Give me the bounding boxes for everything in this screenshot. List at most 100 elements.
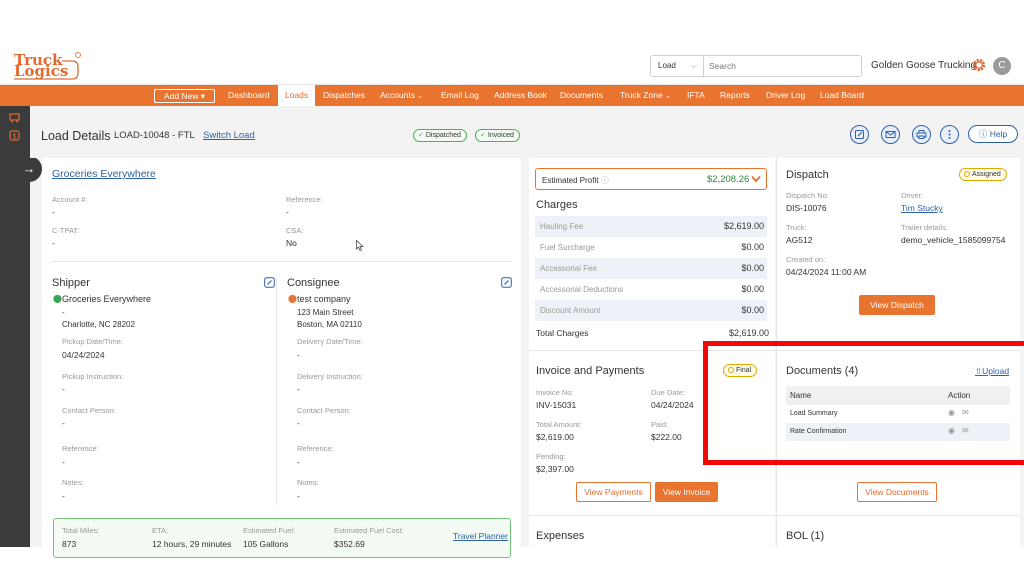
consignee-city: Boston, MA 02110 — [297, 320, 362, 329]
page-title: Load Details — [41, 129, 111, 143]
consignee-title: Consignee — [287, 277, 340, 289]
load-info-card — [42, 158, 521, 547]
edit-button[interactable] — [850, 125, 869, 144]
switch-load-link[interactable]: Switch Load — [203, 130, 255, 141]
shipper-city: Charlotte, NC 28202 — [62, 320, 135, 329]
consignee-street: 123 Main Street — [297, 308, 354, 317]
pending-label: Pending: — [536, 452, 566, 461]
trailer-label: Trailer details: — [901, 223, 948, 232]
estimated-profit-box[interactable]: Estimated Profit ⓘ $2,208.26 — [535, 168, 767, 190]
estimated-profit-value: $2,208.26 — [707, 174, 750, 185]
account-label: Account #: — [52, 195, 88, 204]
dispatch-no-label: Dispatch No: — [786, 191, 829, 200]
charge-value: $0.00 — [741, 284, 764, 294]
print-button[interactable] — [912, 125, 931, 144]
total-miles-label: Total Miles: — [62, 526, 100, 535]
consignee-name: test company — [297, 294, 351, 304]
shipper-notes-label: Notes: — [62, 478, 84, 487]
customer-name-link[interactable]: Groceries Everywhere — [52, 168, 156, 180]
add-new-label: Add New — [163, 91, 199, 101]
created-on-value: 04/24/2024 11:00 AM — [786, 267, 867, 277]
eta-value: 12 hours, 29 minutes — [152, 539, 232, 549]
consignee-reference-label: Reference: — [297, 444, 334, 453]
nav-dispatches[interactable]: Dispatches — [323, 85, 365, 106]
charge-value: $0.00 — [741, 305, 764, 315]
reference-value: - — [286, 207, 289, 217]
shipper-reference-value: - — [62, 457, 65, 467]
load-id: LOAD-10048 - FTL — [114, 130, 195, 141]
consignee-contact-value: - — [297, 418, 300, 428]
view-documents-button[interactable]: View Documents — [857, 482, 937, 502]
travel-planner-link[interactable]: Travel Planner — [453, 531, 508, 541]
help-button[interactable]: ⓘ Help — [968, 125, 1018, 143]
company-name: Golden Goose Trucking — [871, 60, 977, 71]
driver-label: Driver: — [901, 191, 924, 200]
delivery-instruction-label: Delivery Instruction: — [297, 372, 363, 381]
truck-value: AG512 — [786, 235, 813, 245]
search-input[interactable] — [709, 59, 857, 73]
more-options-button[interactable] — [940, 125, 959, 144]
charge-value: $2,619.00 — [723, 221, 764, 231]
truck-icon[interactable] — [9, 113, 20, 123]
dispatch-status-badge: Assigned — [959, 168, 1007, 181]
add-new-button[interactable]: Add New ▾ — [154, 89, 215, 103]
nav-load-board[interactable]: Load Board — [820, 85, 864, 106]
edit-shipper-icon[interactable] — [264, 277, 275, 288]
pending-value: $2,397.00 — [536, 464, 574, 474]
consignee-reference-value: - — [297, 457, 300, 467]
nav-truck-zone[interactable]: Truck Zone ⌄ — [620, 85, 671, 106]
nav-email-log[interactable]: Email Log — [441, 85, 479, 106]
status-badge-invoiced: ✓ Invoiced — [475, 129, 520, 142]
nav-ifta[interactable]: IFTA — [687, 85, 705, 106]
expenses-title: Expenses — [536, 530, 585, 542]
left-sidebar: $ → — [0, 106, 42, 547]
view-payments-button[interactable]: View Payments — [576, 482, 651, 502]
divider — [529, 515, 775, 516]
email-button[interactable] — [881, 125, 900, 144]
divider — [52, 261, 512, 262]
printer-icon — [916, 130, 927, 139]
dollar-icon[interactable]: $ — [9, 130, 20, 141]
nav-driver-log[interactable]: Driver Log — [766, 85, 805, 106]
nav-address-book[interactable]: Address Book — [494, 85, 547, 106]
ctpat-value: - — [52, 238, 55, 248]
avatar[interactable]: C — [993, 57, 1011, 75]
due-date-label: Due Date: — [651, 388, 685, 397]
vertical-divider — [276, 277, 277, 505]
view-dispatch-button[interactable]: View Dispatch — [859, 295, 935, 315]
gear-icon[interactable] — [971, 57, 987, 73]
due-date-value: 04/24/2024 — [651, 400, 694, 410]
search-type-value: Load — [658, 61, 676, 70]
nav-accounts[interactable]: Accounts ⌄ — [380, 85, 423, 106]
total-amount-value: $2,619.00 — [536, 432, 574, 442]
check-icon: ✓ — [480, 132, 486, 139]
view-invoice-button[interactable]: View Invoice — [655, 482, 718, 502]
charge-row: Accessorial Fee $0.00 — [535, 258, 767, 279]
chevron-down-icon: ⌵ — [690, 61, 697, 70]
paid-label: Paid: — [651, 420, 669, 429]
search-type-select[interactable]: Load ⌵ — [651, 56, 704, 76]
edit-icon — [855, 130, 864, 139]
top-bar: Truck Logics Load ⌵ Golden Goose Trucking… — [0, 46, 1024, 85]
invoice-title: Invoice and Payments — [536, 365, 645, 377]
shipper-reference-label: Reference: — [62, 444, 99, 453]
nav-reports[interactable]: Reports — [720, 85, 750, 106]
charge-label: Discount Amount — [540, 306, 601, 315]
nav-documents[interactable]: Documents — [560, 85, 603, 106]
csa-value: No — [286, 238, 297, 248]
info-icon: ⓘ — [600, 176, 609, 185]
nav-dashboard[interactable]: Dashboard — [228, 85, 270, 106]
estimated-fuel-value: 105 Gallons — [243, 539, 289, 549]
edit-consignee-icon[interactable] — [501, 277, 512, 288]
location-pin-icon: ⬤ — [288, 294, 297, 303]
nav-loads[interactable]: Loads — [278, 85, 316, 106]
help-icon: ⓘ — [978, 129, 988, 139]
expand-arrow-icon[interactable]: → — [16, 156, 42, 182]
truck-logics-logo[interactable]: Truck Logics — [12, 51, 82, 81]
nav-truck-zone-label: Truck Zone — [620, 90, 663, 100]
charge-row: Fuel Surcharge $0.00 — [535, 237, 767, 258]
dispatch-no-value: DIS-10076 — [786, 203, 827, 213]
driver-link[interactable]: Tim Stucky — [901, 203, 943, 213]
consignee-notes-label: Notes: — [297, 478, 319, 487]
mouse-cursor-icon — [356, 240, 364, 251]
